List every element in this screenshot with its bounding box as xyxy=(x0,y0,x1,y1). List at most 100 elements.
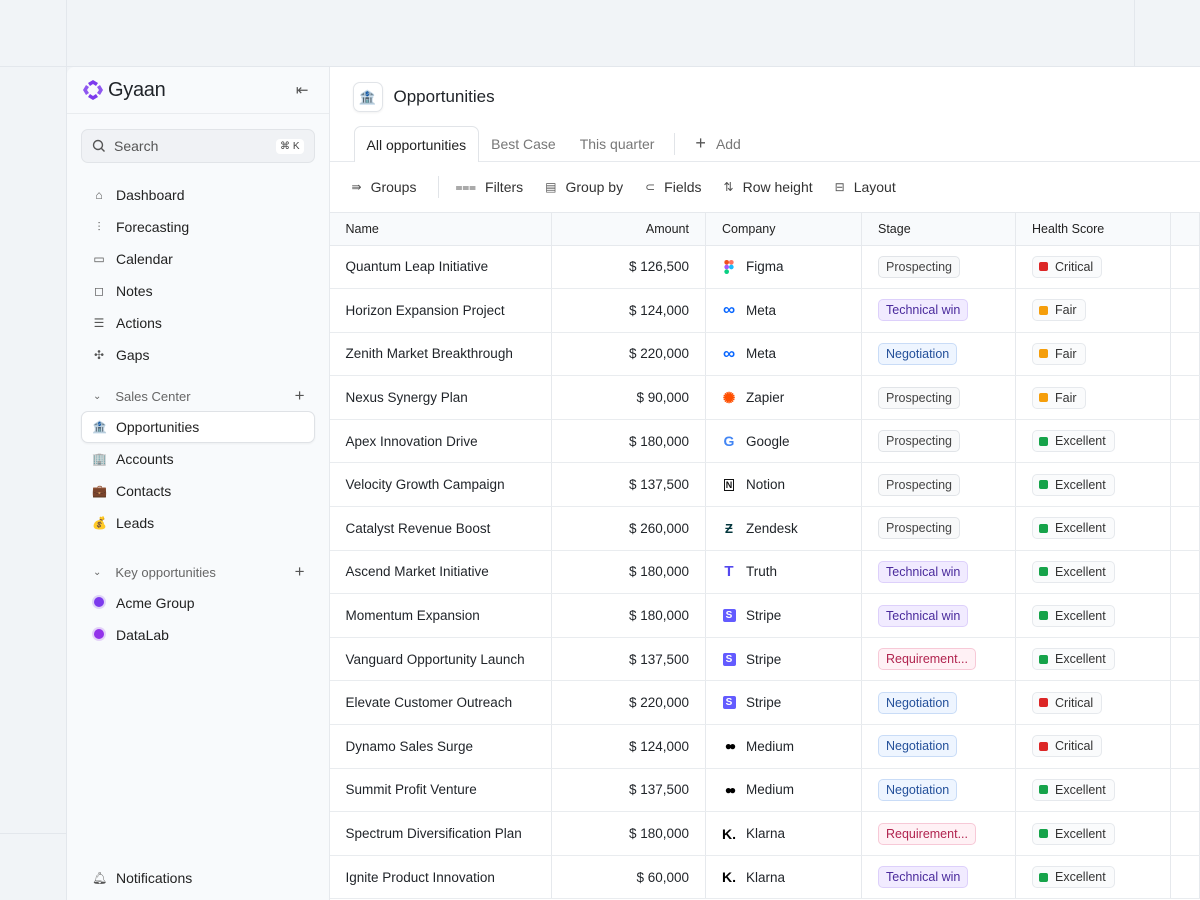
meta-logo-icon: ∞ xyxy=(722,343,736,363)
add-icon[interactable]: + xyxy=(295,386,305,406)
sidebar-item-notifications[interactable]: 🔔︎ Notifications xyxy=(67,862,315,894)
sidebar-item-accounts[interactable]: 🏢 Accounts xyxy=(67,443,315,475)
column-header-name[interactable]: Name xyxy=(329,213,552,246)
health-badge: Excellent xyxy=(1032,822,1115,845)
sidebar-item-opportunities[interactable]: 🏦 Opportunities xyxy=(81,411,315,443)
zendesk-logo-icon: Ƶ xyxy=(725,520,733,536)
add-view-button[interactable]: + Add xyxy=(683,126,752,161)
contacts-emoji-icon: 💼 xyxy=(92,484,107,498)
company-name: Stripe xyxy=(746,608,782,624)
divider xyxy=(674,133,676,155)
fields-button[interactable]: ⊂ Fields xyxy=(645,179,701,195)
sidebar-item-acme-group[interactable]: Acme Group xyxy=(67,587,315,619)
stage-badge: Requirement... xyxy=(878,822,976,845)
table-row[interactable]: Ascend Market Initiative $ 180,000 T Truth T… xyxy=(329,550,1200,595)
cell-company: ∞ Meta xyxy=(705,332,862,377)
company-name: Stripe xyxy=(746,651,782,667)
company-name: Medium xyxy=(746,782,795,798)
cell-extra xyxy=(1170,245,1200,290)
cell-name: Ignite Product Innovation xyxy=(329,855,552,900)
health-badge: Excellent xyxy=(1032,778,1115,801)
sidebar-item-actions[interactable]: ☰ Actions xyxy=(67,307,315,339)
health-label: Excellent xyxy=(1055,870,1106,885)
fields-icon: ⊂ xyxy=(645,180,656,194)
sidebar-item-gaps[interactable]: ✣ Gaps xyxy=(67,339,315,371)
stage-badge: Prospecting xyxy=(878,473,961,496)
row-height-icon: ⇅ xyxy=(723,180,734,194)
health-badge: Excellent xyxy=(1032,430,1115,453)
group-by-button[interactable]: ▤ Group by xyxy=(545,179,623,195)
health-badge: Excellent xyxy=(1032,473,1115,496)
page-header: 🏦 Opportunities xyxy=(330,67,1200,127)
sidebar-item-label: Gaps xyxy=(116,347,150,363)
cell-stage: Prospecting xyxy=(861,245,1016,290)
tab-best-case[interactable]: Best Case xyxy=(479,126,568,161)
table-row[interactable]: Summit Profit Venture $ 137,500 ●● Medium Ne… xyxy=(329,768,1200,813)
medium-logo-icon: ●● xyxy=(724,739,736,754)
table-row[interactable]: Momentum Expansion $ 180,000 S Stripe Techni… xyxy=(329,593,1200,638)
table-row[interactable]: Elevate Customer Outreach $ 220,000 S Strip… xyxy=(329,680,1200,726)
sidebar-item-calendar[interactable]: ▭ Calendar xyxy=(67,243,315,275)
tab-this-quarter[interactable]: This quarter xyxy=(568,126,667,161)
column-header-amount[interactable]: Amount xyxy=(551,213,706,246)
notion-logo-icon: N xyxy=(723,478,735,491)
column-header-stage[interactable]: Stage xyxy=(861,213,1016,246)
health-badge: Fair xyxy=(1032,342,1086,365)
table-row[interactable]: Spectrum Diversification Plan $ 180,000 K.… xyxy=(329,811,1200,856)
toolbar-label: Group by xyxy=(565,179,624,195)
zapier-logo-icon: ✺ xyxy=(722,389,736,407)
bell-icon: 🔔︎ xyxy=(92,871,108,885)
section-key-opportunities[interactable]: ⌄ Key opportunities + xyxy=(67,557,329,587)
table-row[interactable]: Velocity Growth Campaign $ 137,500 N Notion… xyxy=(329,462,1200,508)
table-row[interactable]: Apex Innovation Drive $ 180,000 G Google Pro… xyxy=(329,419,1200,464)
cell-health: Excellent xyxy=(1015,550,1171,595)
table-row[interactable]: Quantum Leap Initiative $ 126,500 Figma Pro… xyxy=(329,245,1200,290)
sidebar-item-notes[interactable]: ◻ Notes xyxy=(67,275,315,307)
layout-button[interactable]: ⊟ Layout xyxy=(835,179,896,195)
health-badge: Critical xyxy=(1032,735,1103,758)
health-badge: Critical xyxy=(1032,255,1103,278)
collapse-sidebar-icon[interactable]: ⇤ xyxy=(296,81,309,99)
search-input[interactable]: Search ⌘ K xyxy=(81,129,315,163)
groups-button[interactable]: ⇛ Groups xyxy=(352,179,417,195)
sidebar-item-dashboard[interactable]: ⌂ Dashboard xyxy=(67,179,315,211)
table-row[interactable]: Vanguard Opportunity Launch $ 137,500 S Str… xyxy=(329,637,1200,682)
add-icon[interactable]: + xyxy=(295,562,305,582)
filters-button[interactable]: ⩶ Filters xyxy=(455,179,523,195)
stage-badge: Technical win xyxy=(878,604,969,627)
cell-stage: Requirement... xyxy=(861,637,1016,682)
cell-company: K. Klarna xyxy=(705,811,862,856)
sidebar-item-label: Forecasting xyxy=(116,219,190,235)
health-dot-icon xyxy=(1039,349,1048,359)
cell-stage: Technical win xyxy=(861,593,1016,638)
table-row[interactable]: Ignite Product Innovation $ 60,000 K. Klarn… xyxy=(329,855,1200,900)
health-dot-icon xyxy=(1039,654,1048,664)
sidebar-item-forecasting[interactable]: ⫶ Forecasting xyxy=(67,211,315,243)
tab-all-opportunities[interactable]: All opportunities xyxy=(353,126,480,162)
table-row[interactable]: Catalyst Revenue Boost $ 260,000 Ƶ Zendesk P… xyxy=(329,506,1200,551)
cell-name: Vanguard Opportunity Launch xyxy=(329,637,552,682)
sidebar-item-leads[interactable]: 💰 Leads xyxy=(67,507,315,539)
table-row[interactable]: Nexus Synergy Plan $ 90,000 ✺ Zapier Prospec… xyxy=(329,375,1200,420)
section-title: Sales Center xyxy=(115,388,191,404)
section-sales-center[interactable]: ⌄ Sales Center + xyxy=(67,381,329,411)
health-dot-icon xyxy=(1039,523,1048,533)
health-label: Excellent xyxy=(1055,477,1106,492)
cell-name: Dynamo Sales Surge xyxy=(329,724,552,769)
brand-name: Gyaan xyxy=(108,78,166,101)
health-badge: Excellent xyxy=(1032,604,1115,627)
row-height-button[interactable]: ⇅ Row height xyxy=(724,179,813,195)
stage-badge: Prospecting xyxy=(878,430,961,453)
stage-badge: Negotiation xyxy=(878,342,958,365)
company-name: Meta xyxy=(746,346,777,362)
sidebar-item-contacts[interactable]: 💼 Contacts xyxy=(67,475,315,507)
cell-amount: $ 180,000 xyxy=(551,593,706,638)
figma-logo-icon xyxy=(722,259,736,274)
table-row[interactable]: Dynamo Sales Surge $ 124,000 ●● Medium Negot… xyxy=(329,724,1200,769)
column-header-company[interactable]: Company xyxy=(705,213,862,246)
table-row[interactable]: Horizon Expansion Project $ 124,000 ∞ Meta T… xyxy=(329,288,1200,333)
plus-icon: + xyxy=(695,133,706,153)
table-row[interactable]: Zenith Market Breakthrough $ 220,000 ∞ Meta… xyxy=(329,332,1200,377)
column-header-health-score[interactable]: Health Score xyxy=(1015,213,1171,246)
sidebar-item-datalab[interactable]: DataLab xyxy=(67,619,315,651)
